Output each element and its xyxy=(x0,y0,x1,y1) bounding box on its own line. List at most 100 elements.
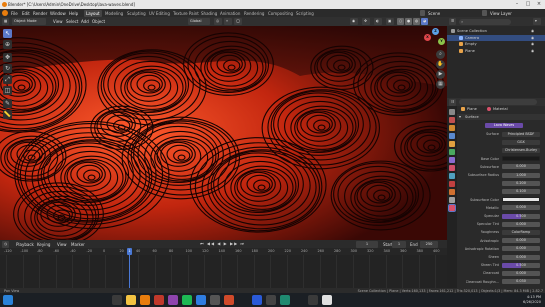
outliner-row[interactable]: Plane ◉ xyxy=(447,48,545,54)
scene-name[interactable]: Scene xyxy=(428,11,440,16)
camera-icon[interactable]: ▶ xyxy=(436,70,445,79)
shading-material-icon[interactable]: ◍ xyxy=(413,18,420,25)
outliner-row[interactable]: Empty ◉ xyxy=(447,41,545,47)
timeline-body[interactable] xyxy=(0,255,447,288)
tab-compositing[interactable]: Compositing xyxy=(266,10,295,17)
render-tab-icon[interactable] xyxy=(449,117,455,123)
measure-icon[interactable]: 📏 xyxy=(3,110,12,119)
editor-type-icon[interactable]: ▦ xyxy=(2,18,9,25)
timeline-ruler[interactable]: -120 -100 -80 -60 -40 -20 0 20 40 60 80 100 120 140 16… xyxy=(0,248,447,255)
property-value-field[interactable]: Christensen-Burley xyxy=(502,147,540,153)
shading-solid-icon[interactable]: ● xyxy=(405,18,412,25)
tab-sculpting[interactable]: Sculpting xyxy=(125,10,148,17)
scale-icon[interactable]: ⤢ xyxy=(3,75,12,84)
properties-search-input[interactable] xyxy=(459,99,537,105)
blender-menu-icon[interactable] xyxy=(2,10,8,16)
particles-tab-icon[interactable] xyxy=(449,173,455,179)
physics-tab-icon[interactable] xyxy=(449,181,455,187)
menu-window[interactable]: Window xyxy=(50,11,66,16)
browser-icon[interactable] xyxy=(196,295,206,305)
annotate-icon[interactable]: ✎ xyxy=(3,99,12,108)
app-white-icon[interactable] xyxy=(322,295,332,305)
property-value-field[interactable]: 0.000 xyxy=(502,164,540,170)
visibility-icon[interactable]: ◉ xyxy=(350,18,358,25)
transform-icon[interactable]: ◫ xyxy=(3,86,12,95)
playhead[interactable]: 1 xyxy=(127,248,132,255)
minimize-icon[interactable]: – xyxy=(512,1,522,8)
property-value-field[interactable]: 0.200 xyxy=(502,180,540,186)
zoom-icon[interactable]: ⌕ xyxy=(436,50,445,59)
property-value-field[interactable]: 0.000 xyxy=(502,270,540,276)
view-layer-name[interactable]: View Layer xyxy=(490,11,512,16)
tab-animation[interactable]: Animation xyxy=(218,10,242,17)
outliner-editor-icon[interactable]: ☰ xyxy=(449,18,456,25)
property-value-field[interactable]: 0.000 xyxy=(502,238,540,244)
property-value-field[interactable]: ColorRamp xyxy=(502,229,540,235)
maximize-icon[interactable]: □ xyxy=(523,1,533,8)
world-tab-icon[interactable] xyxy=(449,149,455,155)
property-value-field[interactable]: 0.000 xyxy=(502,254,540,260)
cursor-icon[interactable]: ↖ xyxy=(3,29,12,38)
property-value-field[interactable]: 0.000 xyxy=(502,246,540,252)
tab-texture-paint[interactable]: Texture Paint xyxy=(171,10,201,17)
3d-viewport[interactable]: X Z Y ⌕ ✋ ▶ ▦ xyxy=(0,26,447,240)
timeline-editor-icon[interactable]: ◷ xyxy=(2,240,9,248)
timeline-menu-playback[interactable]: Playback xyxy=(16,242,34,247)
property-value-field[interactable]: 1.000 xyxy=(502,172,540,178)
property-value-field[interactable]: 0.000 xyxy=(502,221,540,227)
tool-tab-icon[interactable] xyxy=(449,109,455,115)
app-dark-icon[interactable] xyxy=(266,295,276,305)
property-value-field[interactable]: 0.500 xyxy=(502,213,540,219)
start-frame-field[interactable]: 1 xyxy=(392,240,406,248)
proportional-icon[interactable]: ◯ xyxy=(234,18,242,25)
surface-panel-header[interactable]: ▾ Surface xyxy=(457,114,545,120)
3d-cursor-icon[interactable]: ⊕ xyxy=(3,40,12,49)
material-slot-chip[interactable]: Lava Waves xyxy=(485,123,523,128)
shading-wireframe-icon[interactable]: ○ xyxy=(397,18,404,25)
object-tab-icon[interactable] xyxy=(449,157,455,163)
modifier-tab-icon[interactable] xyxy=(449,165,455,171)
app-purple-icon[interactable] xyxy=(168,295,178,305)
tab-uv-editing[interactable]: UV Editing xyxy=(147,10,172,17)
hand-icon[interactable]: ✋ xyxy=(436,60,445,69)
orientation-dropdown[interactable]: Global xyxy=(188,18,210,25)
app-gray-icon[interactable] xyxy=(210,295,220,305)
close-icon[interactable]: × xyxy=(534,1,544,8)
menu-help[interactable]: Help xyxy=(69,11,78,16)
taskbar-clock[interactable]: 4:13 PM 6/26/2020 xyxy=(523,295,541,305)
scene-icon[interactable] xyxy=(420,10,425,16)
blender-taskbar-icon[interactable] xyxy=(140,295,150,305)
timeline-menu-keying[interactable]: Keying xyxy=(37,242,50,247)
tab-rendering[interactable]: Rendering xyxy=(242,10,266,17)
gizmo-x-icon[interactable]: X xyxy=(424,34,431,41)
snap-icon[interactable]: ⌖ xyxy=(224,18,232,25)
move-icon[interactable]: ✥ xyxy=(3,53,12,62)
app-settings-icon[interactable] xyxy=(308,295,318,305)
viewport-menu-object[interactable]: Object xyxy=(92,19,105,24)
task-view-icon[interactable] xyxy=(112,295,122,305)
gizmo-toggle-icon[interactable]: ✥ xyxy=(362,18,370,25)
gizmo-z-icon[interactable]: Z xyxy=(432,28,439,35)
viewport-menu-add[interactable]: Add xyxy=(81,19,89,24)
spotify-icon[interactable] xyxy=(182,295,192,305)
visibility-eye-icon[interactable]: ◉ xyxy=(531,48,534,54)
end-frame-field[interactable]: 250 xyxy=(420,240,438,248)
viewport-menu-view[interactable]: View xyxy=(53,19,63,24)
gizmo-y-icon[interactable]: Y xyxy=(438,38,445,45)
outliner-search-input[interactable]: ⌕ xyxy=(459,18,511,25)
tab-modeling[interactable]: Modeling xyxy=(103,10,125,17)
pivot-icon[interactable]: ◎ xyxy=(214,18,222,25)
scene-tab-icon[interactable] xyxy=(449,141,455,147)
tab-scripting[interactable]: Scripting xyxy=(294,10,316,17)
overlay-icon[interactable]: ◐ xyxy=(374,18,382,25)
tab-shading[interactable]: Shading xyxy=(199,10,219,17)
grid-icon[interactable]: ▦ xyxy=(436,80,445,89)
property-value-field[interactable]: 0.100 xyxy=(502,188,540,194)
view-layer-icon[interactable] xyxy=(482,10,487,16)
app-teal-icon[interactable] xyxy=(280,295,290,305)
current-frame-field[interactable]: 1 xyxy=(356,240,378,248)
material-tab-icon[interactable] xyxy=(448,204,456,212)
data-tab-icon[interactable] xyxy=(449,197,455,203)
constraints-tab-icon[interactable] xyxy=(449,189,455,195)
app-blue-icon[interactable] xyxy=(252,295,262,305)
